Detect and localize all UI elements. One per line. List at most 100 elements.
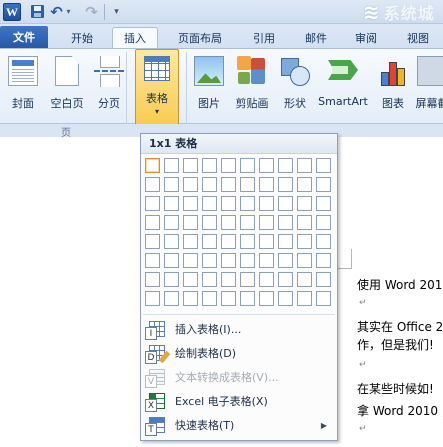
table-grid-cell[interactable] [183, 291, 198, 306]
page-break-button[interactable]: 分页 [92, 56, 126, 116]
table-grid-cell[interactable] [316, 253, 331, 268]
table-grid-cell[interactable] [164, 272, 179, 287]
table-grid-cell[interactable] [183, 196, 198, 211]
table-grid-cell[interactable] [240, 215, 255, 230]
tab-view[interactable]: 视图 [398, 27, 438, 48]
table-grid-cell[interactable] [145, 215, 160, 230]
excel-spreadsheet-item[interactable]: X Excel 电子表格(X) [141, 389, 337, 413]
document-line[interactable]: 拿 Word 2010 ; [357, 402, 443, 419]
table-grid-cell[interactable] [145, 196, 160, 211]
save-icon[interactable] [29, 3, 46, 20]
table-grid-cell[interactable] [259, 291, 274, 306]
table-grid-cell[interactable] [240, 158, 255, 173]
table-grid-cell[interactable] [183, 177, 198, 192]
table-grid-cell[interactable] [259, 158, 274, 173]
table-grid-cell[interactable] [221, 234, 236, 249]
table-grid-cell[interactable] [164, 234, 179, 249]
table-grid-cell[interactable] [221, 253, 236, 268]
table-grid-cell[interactable] [164, 215, 179, 230]
table-grid-cell[interactable] [278, 253, 293, 268]
table-grid-cell[interactable] [164, 177, 179, 192]
table-grid-cell[interactable] [278, 291, 293, 306]
table-grid-cell[interactable] [183, 234, 198, 249]
table-grid-cell[interactable] [240, 177, 255, 192]
customize-quick-access-icon[interactable]: ▾ [108, 3, 125, 20]
table-grid-cell[interactable] [278, 158, 293, 173]
table-grid-cell[interactable] [164, 158, 179, 173]
table-grid-cell[interactable] [221, 177, 236, 192]
tab-page-layout[interactable]: 页面布局 [166, 27, 234, 48]
document-line[interactable]: 作，但是我们! [357, 336, 434, 353]
tab-insert[interactable]: 插入 [112, 27, 158, 48]
insert-table-item[interactable]: I 插入表格(I)... [141, 317, 337, 341]
draw-table-item[interactable]: D 绘制表格(D) [141, 341, 337, 365]
table-grid-cell[interactable] [221, 215, 236, 230]
tab-mailings[interactable]: 邮件 [296, 27, 336, 48]
table-grid-cell[interactable] [278, 196, 293, 211]
tab-home[interactable]: 开始 [60, 27, 104, 48]
table-grid-cell[interactable] [297, 196, 312, 211]
table-grid-cell[interactable] [259, 272, 274, 287]
table-grid-cell[interactable] [278, 215, 293, 230]
table-grid-cell[interactable] [259, 196, 274, 211]
table-grid-cell[interactable] [278, 177, 293, 192]
table-grid-cell[interactable] [202, 177, 217, 192]
smartart-button[interactable]: SmartArt [316, 56, 370, 116]
document-line[interactable]: 使用 Word 201 [357, 276, 442, 293]
table-grid-cell[interactable] [145, 291, 160, 306]
table-grid-cell[interactable] [297, 234, 312, 249]
table-grid-cell[interactable] [240, 234, 255, 249]
table-grid-cell[interactable] [145, 253, 160, 268]
table-grid-cell[interactable] [145, 177, 160, 192]
table-grid-cell[interactable] [240, 291, 255, 306]
table-grid-cell[interactable] [240, 196, 255, 211]
table-grid-cell[interactable] [316, 177, 331, 192]
tab-review[interactable]: 审阅 [346, 27, 386, 48]
table-grid-cell[interactable] [221, 196, 236, 211]
cover-page-button[interactable]: 封面 [6, 56, 40, 116]
table-grid-cell[interactable] [145, 234, 160, 249]
undo-dropdown-icon[interactable]: ▾ [64, 3, 73, 20]
table-grid-cell[interactable] [145, 158, 160, 173]
tab-references[interactable]: 引用 [244, 27, 284, 48]
table-grid-cell[interactable] [297, 158, 312, 173]
clip-art-button[interactable]: 剪贴画 [232, 56, 272, 116]
table-grid-cell[interactable] [164, 253, 179, 268]
table-grid-cell[interactable] [316, 215, 331, 230]
document-line[interactable]: 其实在 Office 2 [357, 318, 443, 335]
table-grid-cell[interactable] [183, 253, 198, 268]
blank-page-button[interactable]: 空白页 [47, 56, 87, 116]
table-grid-cell[interactable] [316, 291, 331, 306]
table-grid-cell[interactable] [202, 234, 217, 249]
picture-button[interactable]: 图片 [194, 56, 224, 116]
quick-tables-item[interactable]: T 快速表格(T) ▶ [141, 413, 337, 437]
table-grid-cell[interactable] [221, 272, 236, 287]
table-grid-cell[interactable] [164, 291, 179, 306]
table-grid-cell[interactable] [183, 158, 198, 173]
table-grid-cell[interactable] [202, 196, 217, 211]
table-grid-cell[interactable] [259, 253, 274, 268]
table-grid-cell[interactable] [145, 272, 160, 287]
table-grid-cell[interactable] [297, 272, 312, 287]
document-line[interactable]: 在某些时候如! [357, 380, 434, 397]
table-grid-cell[interactable] [164, 196, 179, 211]
table-grid-cell[interactable] [297, 253, 312, 268]
table-grid-cell[interactable] [240, 272, 255, 287]
table-grid-cell[interactable] [259, 234, 274, 249]
table-grid-cell[interactable] [183, 215, 198, 230]
table-grid-cell[interactable] [278, 234, 293, 249]
table-grid-cell[interactable] [202, 158, 217, 173]
chart-button[interactable]: 图表 [378, 56, 408, 116]
table-grid-cell[interactable] [221, 158, 236, 173]
table-grid-cell[interactable] [316, 272, 331, 287]
table-grid-cell[interactable] [259, 177, 274, 192]
table-grid-cell[interactable] [259, 215, 274, 230]
screenshot-button[interactable]: 屏幕截 [412, 56, 443, 116]
table-grid-cell[interactable] [202, 272, 217, 287]
table-grid-cell[interactable] [297, 291, 312, 306]
table-grid-cell[interactable] [202, 253, 217, 268]
table-grid-cell[interactable] [297, 177, 312, 192]
word-app-icon[interactable]: W [3, 3, 21, 21]
table-grid-cell[interactable] [183, 272, 198, 287]
table-grid-cell[interactable] [297, 215, 312, 230]
